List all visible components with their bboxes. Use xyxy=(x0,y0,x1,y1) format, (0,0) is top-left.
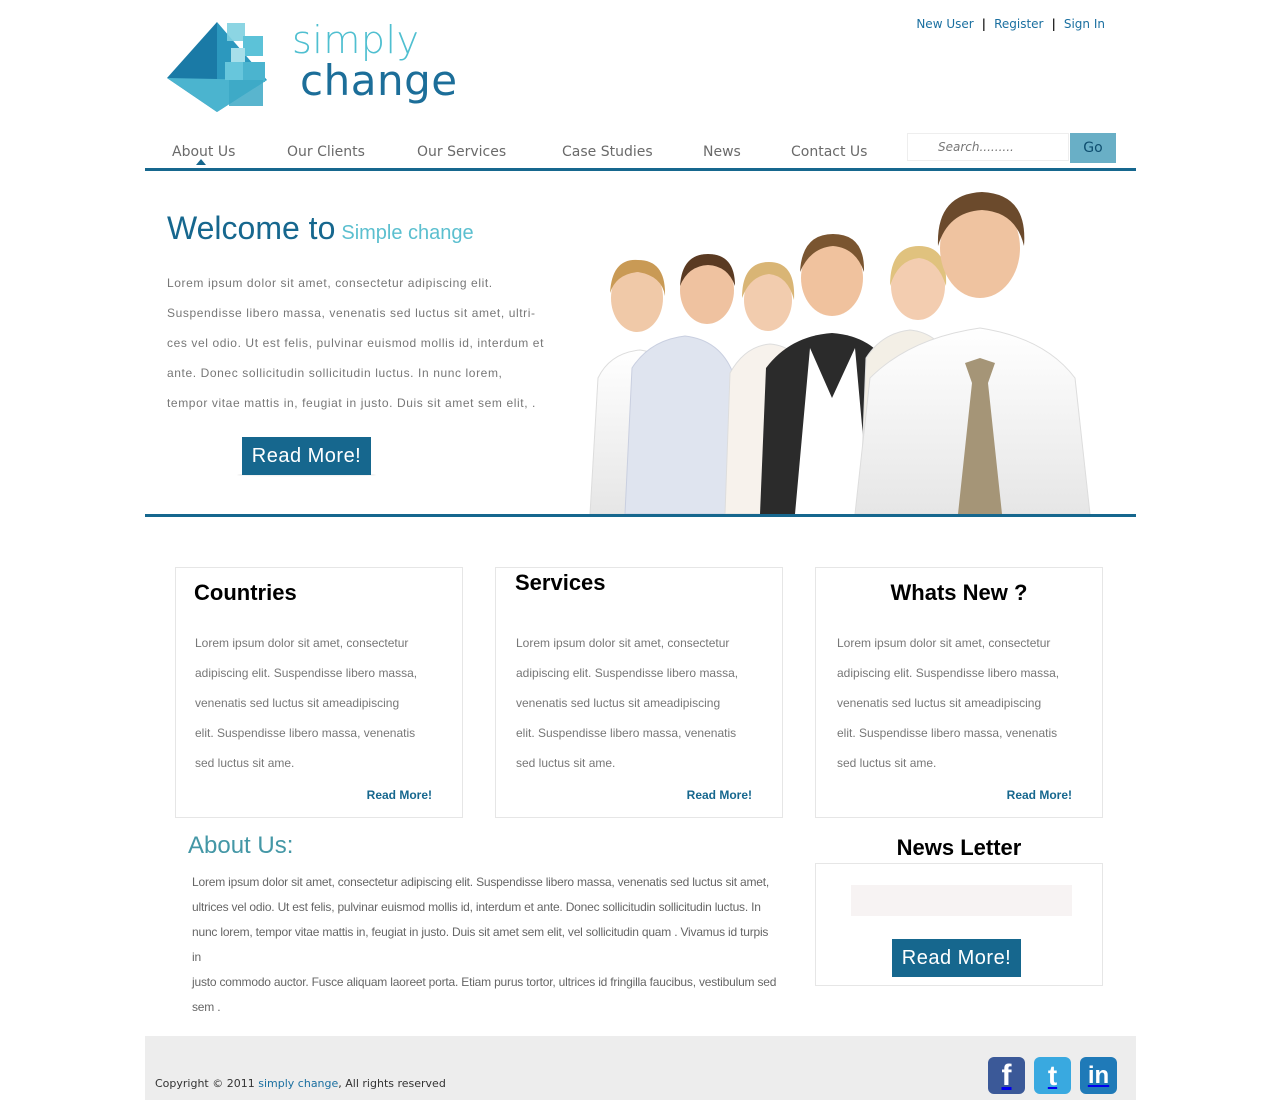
brand-link[interactable]: simply change xyxy=(258,1077,338,1090)
about-line: justo commodo auctor. Fusce aliquam laor… xyxy=(192,975,777,989)
box-text: Lorem ipsum dolor sit amet, consectetur … xyxy=(195,628,445,778)
twitter-icon[interactable]: t xyxy=(1034,1057,1071,1094)
register-link[interactable]: Register xyxy=(994,17,1043,31)
nav-about-us[interactable]: About Us xyxy=(172,144,235,160)
linkedin-icon[interactable]: in xyxy=(1080,1057,1117,1094)
facebook-icon[interactable]: f xyxy=(988,1057,1025,1094)
newsletter-title: News Letter xyxy=(896,835,1022,860)
box-line: sed luctus sit ame. xyxy=(516,756,616,770)
team-photo xyxy=(589,192,1091,514)
twitter-glyph: t xyxy=(1047,1060,1058,1091)
box-line: sed luctus sit ame. xyxy=(195,756,295,770)
nav-our-clients[interactable]: Our Clients xyxy=(287,144,365,160)
about-line: sem . xyxy=(192,1000,221,1014)
newsletter-box: Read More! xyxy=(815,863,1103,986)
logo[interactable]: simply change xyxy=(167,18,457,114)
hero-banner: Welcome to Simple change Lorem ipsum dolo… xyxy=(145,168,1136,517)
main-nav: About Us Our Clients Our Services Case S… xyxy=(145,133,1136,171)
nav-our-services[interactable]: Our Services xyxy=(417,144,506,160)
welcome-text: Welcome to xyxy=(167,210,336,246)
box-line: Lorem ipsum dolor sit amet, consectetur xyxy=(195,636,409,650)
box-line: Lorem ipsum dolor sit amet, consectetur xyxy=(516,636,730,650)
copyright-prefix: Copyright © 2011 xyxy=(155,1077,255,1090)
nav-contact-us[interactable]: Contact Us xyxy=(791,144,867,160)
whats-new-box: Whats New ? Lorem ipsum dolor sit amet, … xyxy=(815,567,1103,818)
box-line: Lorem ipsum dolor sit amet, consectetur xyxy=(837,636,1051,650)
top-links-separator: | xyxy=(1051,17,1056,31)
box-line: venenatis sed luctus sit ameadipiscing xyxy=(195,696,400,710)
hero-line: tempor vitae mattis in, feugiat in justo… xyxy=(167,396,536,410)
nav-news[interactable]: News xyxy=(703,144,741,160)
hero-line: ces vel odio. Ut est felis, pulvinar eui… xyxy=(167,336,545,350)
hero-line: Lorem ipsum dolor sit amet, consectetur … xyxy=(167,276,493,290)
welcome-subtext: Simple change xyxy=(341,222,474,244)
box-title: Whats New ? xyxy=(890,580,1028,605)
hero-line: Suspendisse libero massa, venenatis sed … xyxy=(167,306,536,320)
footer: Copyright © 2011 simply change, All righ… xyxy=(145,1036,1136,1100)
welcome-heading: Welcome to Simple change xyxy=(167,210,474,247)
top-links-separator: | xyxy=(981,17,987,31)
about-title: About Us: xyxy=(188,832,294,859)
nav-active-indicator xyxy=(196,159,206,165)
box-line: venenatis sed luctus sit ameadipiscing xyxy=(516,696,721,710)
sign-in-link[interactable]: Sign In xyxy=(1064,17,1105,31)
box-title: Countries xyxy=(194,580,297,605)
hero-read-more-button[interactable]: Read More! xyxy=(242,437,371,475)
hero-paragraph: Lorem ipsum dolor sit amet, consectetur … xyxy=(167,268,557,418)
nav-case-studies[interactable]: Case Studies xyxy=(562,144,653,160)
box-line: adipiscing elit. Suspendisse libero mass… xyxy=(837,666,1060,680)
box-line: venenatis sed luctus sit ameadipiscing xyxy=(837,696,1042,710)
about-line: nunc lorem, tempor vitae mattis in, feug… xyxy=(192,925,769,964)
facebook-glyph: f xyxy=(1001,1059,1012,1092)
about-line: ultrices vel odio. Ut est felis, pulvina… xyxy=(192,900,761,914)
box-line: elit. Suspendisse libero massa, venenati… xyxy=(195,726,416,740)
box-line: adipiscing elit. Suspendisse libero mass… xyxy=(516,666,739,680)
newsletter-email-input[interactable] xyxy=(851,885,1072,916)
search-go-button[interactable]: Go xyxy=(1070,133,1116,163)
hero-line: ante. Donec sollicitudin sollicitudin lu… xyxy=(167,366,503,380)
box-line: adipiscing elit. Suspendisse libero mass… xyxy=(195,666,418,680)
newsletter-read-more-button[interactable]: Read More! xyxy=(892,939,1021,977)
copyright: Copyright © 2011 simply change, All righ… xyxy=(155,1077,446,1090)
logo-mark xyxy=(167,22,267,112)
page: simply change New User | Register | Sign In … xyxy=(145,0,1136,1100)
box-line: elit. Suspendisse libero massa, venenati… xyxy=(516,726,737,740)
about-paragraph: Lorem ipsum dolor sit amet, consectetur … xyxy=(192,870,777,1020)
whats-new-read-more-link[interactable]: Read More! xyxy=(1007,788,1072,802)
services-read-more-link[interactable]: Read More! xyxy=(687,788,752,802)
logo-word-change: change xyxy=(300,56,458,105)
new-user-link[interactable]: New User xyxy=(916,17,973,31)
top-links: New User | Register | Sign In xyxy=(916,17,1105,31)
box-text: Lorem ipsum dolor sit amet, consectetur … xyxy=(837,628,1087,778)
search-input[interactable] xyxy=(907,133,1069,161)
services-box: Services Lorem ipsum dolor sit amet, con… xyxy=(495,567,783,818)
countries-read-more-link[interactable]: Read More! xyxy=(367,788,432,802)
box-line: sed luctus sit ame. xyxy=(837,756,937,770)
linkedin-glyph: in xyxy=(1087,1062,1110,1089)
box-title: Services xyxy=(515,570,606,595)
copyright-suffix: , All rights reserved xyxy=(338,1077,446,1090)
box-text: Lorem ipsum dolor sit amet, consectetur … xyxy=(516,628,766,778)
about-line: Lorem ipsum dolor sit amet, consectetur … xyxy=(192,875,770,889)
countries-box: Countries Lorem ipsum dolor sit amet, co… xyxy=(175,567,463,818)
box-line: elit. Suspendisse libero massa, venenati… xyxy=(837,726,1058,740)
